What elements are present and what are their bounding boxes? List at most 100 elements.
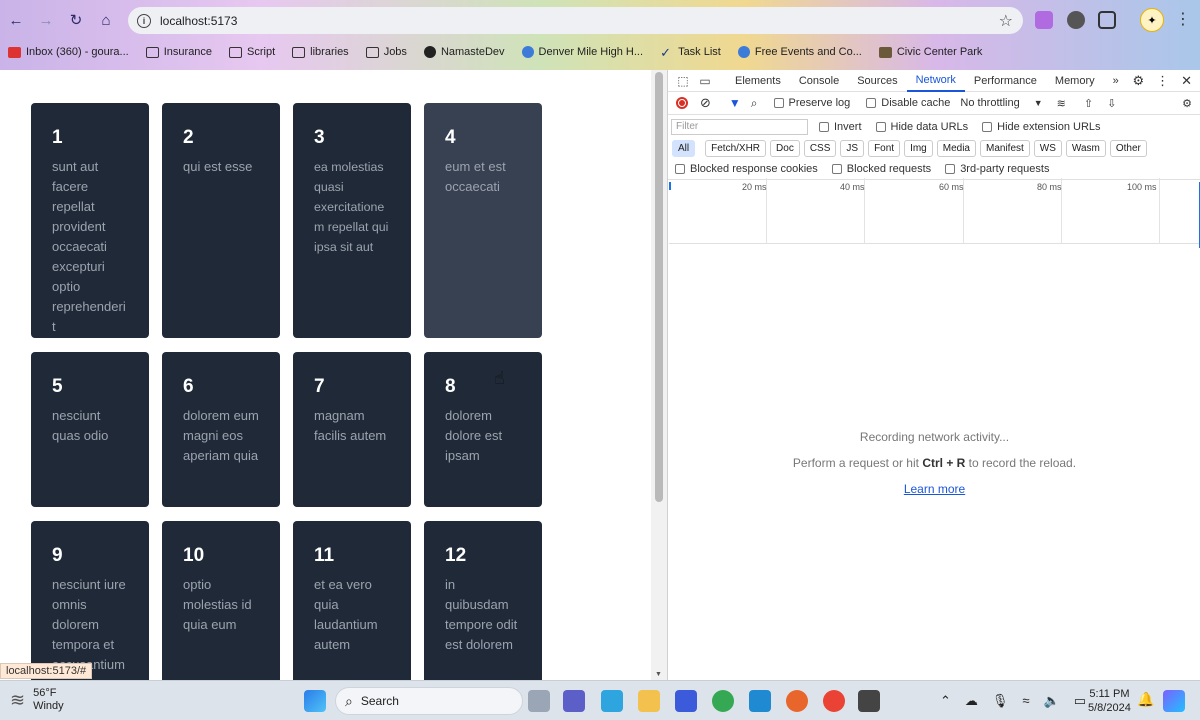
bookmark-task-list[interactable]: ✓ Task List: [660, 46, 721, 59]
more-tabs-icon[interactable]: »: [1104, 70, 1128, 92]
tab-performance[interactable]: Performance: [965, 70, 1046, 92]
copilot-icon[interactable]: [1163, 690, 1185, 712]
device-toolbar-icon[interactable]: ▭: [698, 74, 712, 88]
tab-console[interactable]: Console: [790, 70, 848, 92]
blocked-requests-checkbox[interactable]: Blocked requests: [831, 163, 931, 175]
type-filter-doc[interactable]: Doc: [770, 140, 800, 157]
third-party-checkbox[interactable]: 3rd-party requests: [945, 163, 1049, 175]
wifi-icon[interactable]: ≈: [1022, 693, 1029, 709]
firefox-icon[interactable]: [786, 690, 808, 712]
puzzle-extensions-icon[interactable]: [1098, 11, 1116, 29]
post-card[interactable]: 9 nesciunt iure omnis dolorem tempora et…: [31, 521, 149, 680]
post-card[interactable]: 11 et ea vero quia laudantium autem: [293, 521, 411, 680]
weather-widget[interactable]: ≋ 56°F Windy: [10, 687, 64, 713]
volume-icon[interactable]: 🔈: [1044, 693, 1060, 709]
type-filter-other[interactable]: Other: [1109, 140, 1147, 157]
store-icon[interactable]: [601, 690, 623, 712]
type-filter-img[interactable]: Img: [904, 140, 933, 157]
hide-data-urls-checkbox[interactable]: Hide data URLs: [875, 121, 968, 133]
type-filter-all[interactable]: All: [672, 140, 696, 157]
address-bar[interactable]: i localhost:5173 ☆: [128, 7, 1023, 34]
system-clock[interactable]: 5:11 PM 5/8/2024: [1088, 687, 1131, 715]
post-card[interactable]: 10 optio molestias id quia eum: [162, 521, 280, 680]
task-view-icon[interactable]: [528, 690, 550, 712]
inspect-element-icon[interactable]: ⬚: [676, 74, 690, 88]
bookmark-libraries[interactable]: libraries: [292, 46, 349, 58]
file-explorer-icon[interactable]: [638, 690, 660, 712]
app-icon[interactable]: [675, 690, 697, 712]
bookmark-star-icon[interactable]: ☆: [999, 11, 1013, 31]
search-icon[interactable]: ⌕: [751, 96, 758, 111]
type-filter-font[interactable]: Font: [868, 140, 901, 157]
import-har-icon[interactable]: ⇧: [1084, 97, 1093, 110]
terminal-icon[interactable]: [858, 690, 880, 712]
scroll-down-arrow-icon[interactable]: ▼: [655, 671, 662, 678]
bookmark-free-events[interactable]: Free Events and Co...: [737, 46, 862, 58]
profile-avatar[interactable]: ✦: [1140, 8, 1164, 32]
type-filter-js[interactable]: JS: [840, 140, 865, 157]
network-timeline[interactable]: 20 ms 40 ms 60 ms 80 ms 100 ms: [669, 178, 1200, 248]
type-filter-media[interactable]: Media: [936, 140, 976, 157]
bookmark-civic-center[interactable]: Civic Center Park: [878, 46, 982, 58]
network-conditions-icon[interactable]: ≋: [1057, 97, 1066, 110]
settings-gear-icon[interactable]: ⚙: [1132, 73, 1144, 89]
bookmark-namastedev[interactable]: NamasteDev: [423, 46, 505, 58]
extension-icon[interactable]: [1035, 11, 1053, 29]
chevron-up-icon[interactable]: ⌃: [940, 693, 951, 709]
network-settings-icon[interactable]: ⚙: [1182, 97, 1192, 110]
filter-input[interactable]: Filter: [671, 118, 808, 135]
taskbar-search[interactable]: ⌕ Search: [335, 687, 523, 715]
bookmark-denver[interactable]: Denver Mile High H...: [521, 46, 643, 58]
reload-button[interactable]: ↻: [66, 10, 86, 30]
post-card[interactable]: 8 dolorem dolore est ipsam: [424, 352, 542, 507]
browser-menu-icon[interactable]: ⋮: [1175, 9, 1191, 29]
export-har-icon[interactable]: ⇩: [1107, 97, 1116, 110]
type-filter-fetch[interactable]: Fetch/XHR: [705, 140, 767, 157]
throttling-select[interactable]: No throttling: [960, 97, 1019, 109]
page-scrollbar[interactable]: ▼: [651, 70, 667, 680]
post-card[interactable]: 3 ea molestias quasi exercitationem repe…: [293, 103, 411, 338]
bookmark-jobs[interactable]: Jobs: [365, 46, 407, 58]
windows-start-icon[interactable]: [304, 690, 326, 712]
back-button[interactable]: ←: [6, 10, 26, 30]
chrome-profile-icon[interactable]: [823, 690, 845, 712]
preserve-log-checkbox[interactable]: Preserve log: [773, 97, 850, 109]
site-info-icon[interactable]: i: [137, 13, 151, 28]
tab-sources[interactable]: Sources: [848, 70, 906, 92]
blocked-cookies-checkbox[interactable]: Blocked response cookies: [675, 163, 818, 175]
bookmark-inbox[interactable]: Inbox (360) - goura...: [8, 46, 129, 58]
post-card[interactable]: 12 in quibusdam tempore odit est dolorem: [424, 521, 542, 680]
type-filter-css[interactable]: CSS: [803, 140, 837, 157]
post-card[interactable]: 6 dolorem eum magni eos aperiam quia: [162, 352, 280, 507]
robot-extension-icon[interactable]: [1067, 11, 1085, 29]
close-devtools-icon[interactable]: ✕: [1181, 73, 1192, 89]
type-filter-wasm[interactable]: Wasm: [1065, 140, 1106, 157]
record-icon[interactable]: [676, 97, 688, 109]
chrome-icon[interactable]: [712, 690, 734, 712]
bookmark-insurance[interactable]: Insurance: [145, 46, 212, 58]
vscode-icon[interactable]: [749, 690, 771, 712]
filter-funnel-icon[interactable]: ▼: [729, 96, 741, 110]
battery-icon[interactable]: ▭: [1074, 693, 1086, 709]
post-card[interactable]: 5 nesciunt quas odio: [31, 352, 149, 507]
hide-extension-urls-checkbox[interactable]: Hide extension URLs: [982, 121, 1101, 133]
devtools-menu-icon[interactable]: ⋮: [1156, 73, 1169, 89]
notification-bell-icon[interactable]: 🔔: [1137, 691, 1154, 708]
tab-memory[interactable]: Memory: [1046, 70, 1104, 92]
tab-elements[interactable]: Elements: [726, 70, 790, 92]
chevron-down-icon[interactable]: ▼: [1034, 98, 1043, 108]
tab-network[interactable]: Network: [906, 70, 965, 92]
cloud-icon[interactable]: ☁: [965, 693, 978, 709]
post-card-hovered[interactable]: 4 eum et est occaecati: [424, 103, 542, 338]
invert-checkbox[interactable]: Invert: [819, 121, 862, 133]
type-filter-ws[interactable]: WS: [1033, 140, 1062, 157]
microphone-icon[interactable]: 🎙: [992, 693, 1009, 709]
teams-icon[interactable]: [563, 690, 585, 712]
scrollbar-thumb[interactable]: [655, 72, 663, 502]
forward-button[interactable]: →: [36, 10, 56, 30]
learn-more-link[interactable]: Learn more: [668, 482, 1200, 496]
disable-cache-checkbox[interactable]: Disable cache: [866, 97, 950, 109]
clear-icon[interactable]: ⊘: [700, 95, 711, 111]
type-filter-manifest[interactable]: Manifest: [980, 140, 1030, 157]
post-card[interactable]: 1 sunt aut facere repellat provident occ…: [31, 103, 149, 338]
